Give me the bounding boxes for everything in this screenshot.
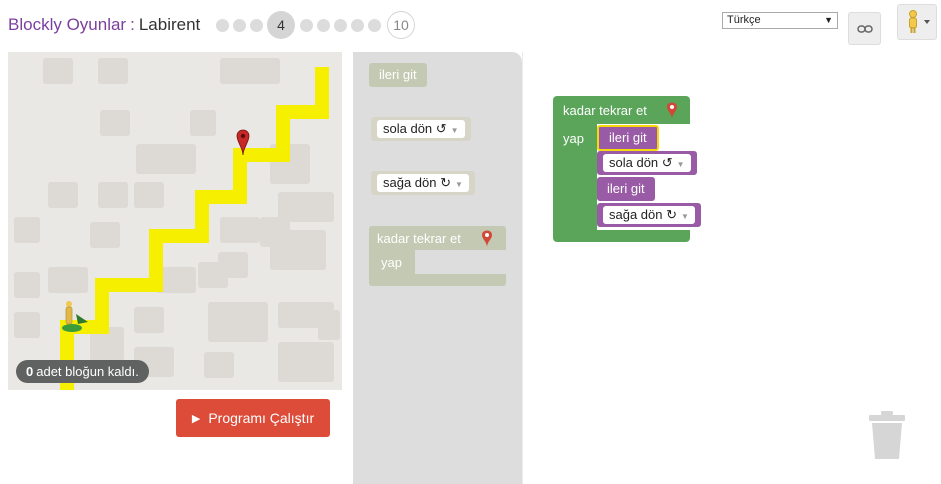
pegman-icon — [909, 10, 930, 33]
play-icon: ▶ — [191, 412, 201, 425]
current-level-indicator: 4 — [267, 11, 295, 39]
workspace-block-turn-right[interactable]: sağa dön ↻ ▼ — [597, 203, 701, 227]
block-label: ileri git — [379, 67, 417, 82]
maze-display — [8, 52, 342, 390]
do-label: yap — [381, 255, 402, 270]
repeat-block-footer — [369, 274, 506, 286]
app-title-link[interactable]: Blockly Oyunlar — [8, 15, 126, 34]
map-marker-icon — [481, 229, 493, 250]
run-program-label: Programı Çalıştır — [208, 410, 315, 426]
turn-direction-dropdown[interactable]: sağa dön ↻ ▼ — [603, 206, 695, 224]
repeat-label: kadar tekrar et — [377, 231, 461, 246]
toolbox-block-repeat-until[interactable]: kadar tekrar et yap — [369, 226, 506, 286]
repeat-block-footer — [553, 230, 690, 242]
workspace-divider — [522, 52, 523, 484]
level-8-dot[interactable] — [351, 18, 364, 32]
level-7-dot[interactable] — [334, 18, 347, 32]
trash-can[interactable] — [867, 410, 907, 460]
dropdown-arrow-icon: ▼ — [450, 126, 459, 135]
toolbox-block-move-forward[interactable]: ileri git — [369, 63, 427, 87]
language-select[interactable]: Türkçe ▼ — [722, 12, 838, 29]
level-10-link[interactable]: 10 — [387, 11, 415, 39]
map-marker-icon — [666, 101, 678, 122]
repeat-label: kadar tekrar et — [563, 103, 647, 118]
link-button[interactable] — [848, 12, 881, 45]
turn-direction-dropdown[interactable]: sola dön ↺ ▼ — [377, 120, 465, 138]
page-title: Blockly Oyunlar: Labirent — [8, 15, 200, 35]
pegman-button[interactable] — [897, 4, 937, 40]
remaining-blocks-badge: 0 adet bloğun kaldı. — [16, 360, 149, 383]
maze-svg — [14, 58, 340, 390]
level-2-dot[interactable] — [233, 18, 246, 32]
block-label: ileri git — [607, 181, 645, 196]
remaining-blocks-count: 0 — [26, 364, 34, 379]
remaining-blocks-text: adet bloğun kaldı. — [36, 364, 139, 379]
link-icon — [856, 24, 873, 33]
level-1-dot[interactable] — [216, 18, 229, 32]
do-label: yap — [563, 131, 584, 146]
run-program-button[interactable]: ▶ Programı Çalıştır — [176, 399, 330, 437]
workspace-block-move-forward-2[interactable]: ileri git — [597, 177, 655, 201]
title-separator: : — [130, 15, 135, 34]
workspace-block-turn-left[interactable]: sola dön ↺ ▼ — [597, 151, 697, 175]
level-selector: 4 10 — [216, 11, 420, 39]
repeat-block-slot — [415, 250, 506, 274]
level-title: Labirent — [138, 15, 201, 34]
header: Blockly Oyunlar: Labirent 4 10 Türkçe ▼ — [0, 0, 941, 50]
block-label: ileri git — [609, 130, 647, 145]
chevron-down-icon: ▼ — [824, 15, 833, 25]
dropdown-arrow-icon: ▼ — [676, 160, 685, 169]
level-3-dot[interactable] — [250, 18, 263, 32]
turn-direction-dropdown[interactable]: sağa dön ↻ ▼ — [377, 174, 469, 192]
level-6-dot[interactable] — [317, 18, 330, 32]
workspace-block-move-forward-1[interactable]: ileri git — [597, 125, 659, 151]
dropdown-arrow-icon: ▼ — [681, 212, 689, 221]
toolbox-block-turn-right[interactable]: sağa dön ↻ ▼ — [371, 171, 475, 195]
turn-direction-dropdown[interactable]: sola dön ↺ ▼ — [603, 154, 691, 172]
toolbox-block-turn-left[interactable]: sola dön ↺ ▼ — [371, 117, 471, 141]
dropdown-arrow-icon: ▼ — [455, 180, 463, 189]
level-5-dot[interactable] — [300, 18, 313, 32]
trash-icon — [869, 411, 905, 459]
level-9-dot[interactable] — [368, 18, 381, 32]
language-selected: Türkçe — [727, 14, 761, 26]
